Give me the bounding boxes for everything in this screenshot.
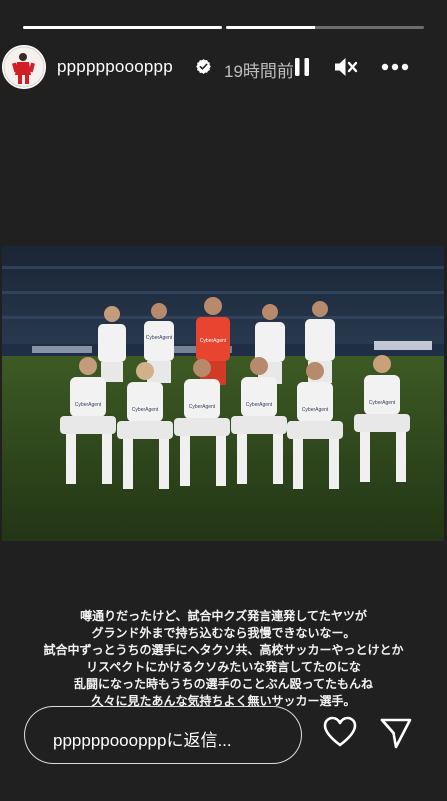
jersey-sponsor-text: CyberAgent: [75, 402, 102, 408]
reply-input[interactable]: ppppppooopppに返信...: [24, 706, 302, 764]
caption-line: グランド外まで持ち込むなら我慢できないなー。: [91, 626, 356, 640]
jersey-sponsor-text: CyberAgent: [146, 335, 173, 341]
progress-segment-1: [23, 26, 222, 29]
speaker-muted-icon[interactable]: [333, 56, 359, 78]
jersey-sponsor-text: CyberAgent: [132, 407, 159, 413]
story-viewer: ppppppoooppp 19時間前 CyberAgent CyberAgent…: [0, 0, 447, 801]
story-header: ppppppoooppp 19時間前: [0, 42, 447, 94]
story-caption: 噂通りだったけど、試合中クズ発言連発してたヤツが グランド外まで持ち込むなら我慢…: [0, 608, 447, 710]
jersey-sponsor-text: CyberAgent: [246, 402, 273, 408]
avatar[interactable]: [2, 45, 46, 89]
team-photo-illustration: CyberAgent CyberAgent CyberAgent CyberAg…: [2, 246, 444, 541]
story-progress-bar: [23, 26, 424, 29]
more-options-icon[interactable]: [380, 56, 410, 78]
story-photo: CyberAgent CyberAgent CyberAgent CyberAg…: [2, 246, 444, 541]
jersey-sponsor-text: CyberAgent: [189, 404, 216, 410]
jersey-sponsor-text: CyberAgent: [302, 407, 329, 413]
jersey-sponsor-text: CyberAgent: [369, 400, 396, 406]
jersey-sponsor-text: CyberAgent: [200, 338, 227, 344]
send-icon[interactable]: [379, 716, 413, 750]
heart-icon[interactable]: [323, 716, 357, 748]
caption-line: 試合中ずっとうちの選手にヘタクソ共、高校サッカーやっとけとか: [43, 643, 404, 657]
caption-line: 噂通りだったけど、試合中クズ発言連発してたヤツが: [80, 609, 367, 623]
story-username[interactable]: ppppppoooppp: [57, 57, 173, 77]
caption-line: 乱闘になった時もうちの選手のことぶん殴ってたもんね: [73, 677, 374, 691]
story-timestamp: 19時間前: [224, 62, 294, 81]
progress-segment-2: [225, 26, 424, 29]
reply-placeholder: ppppppooopppに返信...: [53, 731, 232, 750]
progress-fill-2: [225, 26, 315, 29]
pause-icon[interactable]: [293, 57, 311, 77]
caption-line: リスペクトにかけるクソみたいな発言してたのにな: [86, 660, 361, 674]
verified-badge-icon: [196, 59, 211, 74]
progress-fill-1: [23, 26, 222, 29]
